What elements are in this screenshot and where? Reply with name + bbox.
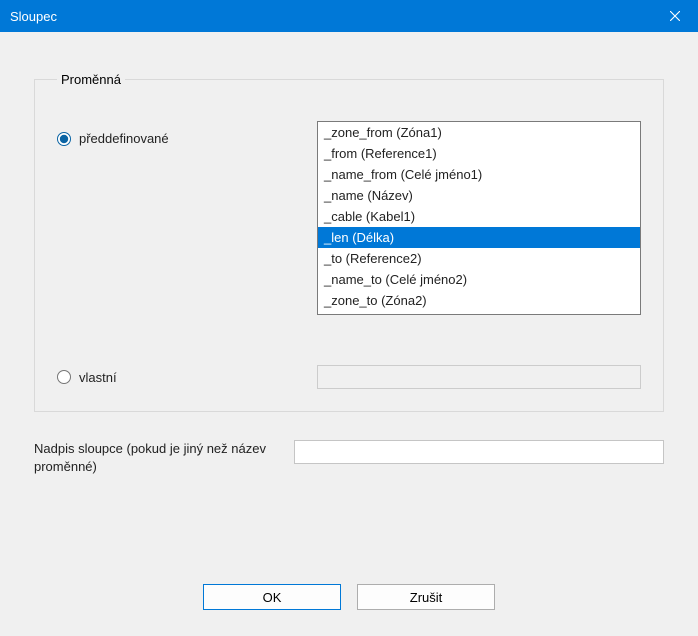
cancel-button[interactable]: Zrušit	[357, 584, 495, 610]
list-item[interactable]: _from (Reference1)	[318, 143, 640, 164]
close-button[interactable]	[652, 0, 698, 32]
list-item[interactable]: _name (Název)	[318, 185, 640, 206]
groupbox-legend: Proměnná	[57, 72, 125, 87]
dialog-body: Proměnná předdefinované _zone_from (Zóna…	[0, 32, 698, 636]
list-item[interactable]: _name_from (Celé jméno1)	[318, 164, 640, 185]
predefined-listbox[interactable]: _zone_from (Zóna1)_from (Reference1)_nam…	[317, 121, 641, 315]
list-item[interactable]: _cable (Kabel1)	[318, 206, 640, 227]
radio-predefined-label[interactable]: předdefinované	[79, 131, 169, 146]
titlebar: Sloupec	[0, 0, 698, 32]
variable-groupbox: Proměnná předdefinované _zone_from (Zóna…	[34, 72, 664, 412]
list-item[interactable]: _name_to (Celé jméno2)	[318, 269, 640, 290]
list-item[interactable]: _len (Délka)	[318, 227, 640, 248]
radio-custom[interactable]	[57, 370, 71, 384]
caption-label: Nadpis sloupce (pokud je jiný než název …	[34, 440, 294, 476]
radio-predefined[interactable]	[57, 132, 71, 146]
custom-variable-input[interactable]	[317, 365, 641, 389]
column-caption-input[interactable]	[294, 440, 664, 464]
close-icon	[670, 9, 680, 24]
list-item[interactable]: _zone_from (Zóna1)	[318, 122, 640, 143]
window-title: Sloupec	[10, 9, 652, 24]
list-item[interactable]: _to (Reference2)	[318, 248, 640, 269]
ok-button[interactable]: OK	[203, 584, 341, 610]
list-item[interactable]: _zone_to (Zóna2)	[318, 290, 640, 311]
radio-custom-label[interactable]: vlastní	[79, 370, 117, 385]
